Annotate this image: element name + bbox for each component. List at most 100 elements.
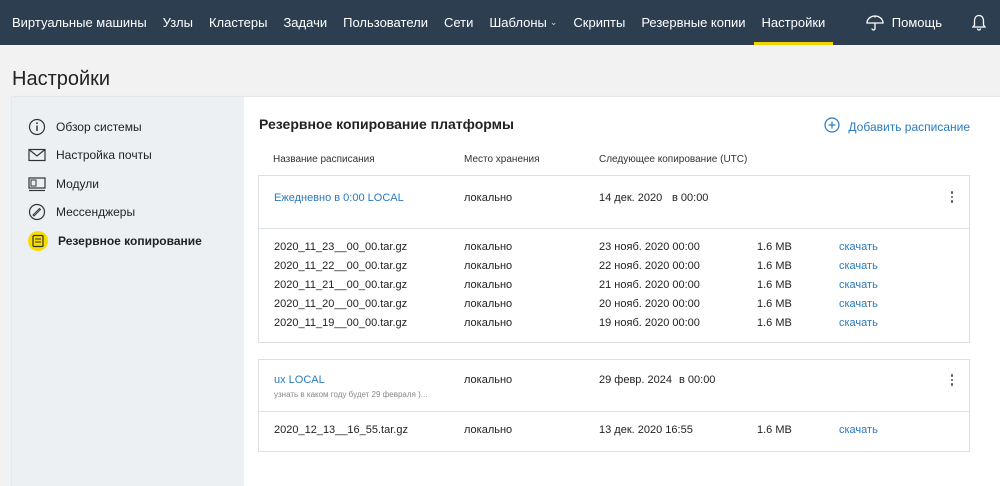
backup-content: Резервное копирование платформы Добавить… [244,97,1000,486]
download-link[interactable]: скачать [839,298,878,310]
mail-icon [28,146,46,164]
backup-file-size: 1.6 MB [757,298,792,310]
nav-item-label: Шаблоны [489,15,547,30]
modules-icon [28,175,46,193]
backup-file-row: 2020_11_21__00_00.tar.gz локально 21 нояб.… [259,277,969,296]
download-link[interactable]: скачать [839,317,878,329]
backup-file-storage: локально [464,260,513,272]
schedule-next-time: в 00:00 [679,374,716,386]
add-schedule-button[interactable]: Добавить расписание [824,117,970,136]
sidebar-item-label: Мессенджеры [56,205,136,219]
backup-file-storage: локально [464,279,513,291]
backup-file-storage: локально [464,424,513,436]
nav-item-label: Виртуальные машины [12,15,147,30]
top-navbar: Виртуальные машины Узлы Кластеры Задачи Поль… [0,0,1000,45]
column-header-next-backup: Следующее копирование (UTC) [599,154,748,165]
notifications-button[interactable] [972,14,986,31]
nav-right: Помощь [866,0,1000,45]
nav-item-label: Резервные копии [641,15,746,30]
backup-file-storage: локально [464,298,513,310]
schedule-header-row: ux LOCAL узнать в каком году будет 29 фе… [259,360,969,412]
schedule-name-link[interactable]: Ежедневно в 0:00 LOCAL [274,192,404,204]
nav-menu: Виртуальные машины Узлы Кластеры Задачи Поль… [0,0,834,45]
column-header-storage: Место хранения [464,154,540,165]
backup-file-name: 2020_11_23__00_00.tar.gz [274,241,408,253]
nav-item-label: Кластеры [208,15,268,30]
nav-item-6[interactable]: Шаблоны ⌄ [481,0,565,45]
sidebar-item-label: Резервное копирование [58,234,202,248]
column-header-name: Название расписания [273,154,375,165]
nav-item-9[interactable]: Настройки [753,0,834,45]
backup-file-name: 2020_12_13__16_55.tar.gz [274,424,408,436]
nav-item-8[interactable]: Резервные копии [633,0,753,45]
backup-file-date: 19 нояб. 2020 00:00 [599,317,700,329]
backup-file-row: 2020_11_20__00_00.tar.gz локально 20 нояб.… [259,296,969,315]
backup-file-list: 2020_11_23__00_00.tar.gz локально 23 нояб.… [259,229,969,342]
download-link[interactable]: скачать [839,260,878,272]
schedule-next-date: 14 дек. 2020 [599,192,663,204]
backup-file-name: 2020_11_21__00_00.tar.gz [274,279,408,291]
backup-file-row: 2020_11_19__00_00.tar.gz локально 19 нояб.… [259,315,969,334]
sidebar-item-mail-settings[interactable]: Настройка почты [28,145,152,165]
backup-file-storage: локально [464,241,513,253]
plus-circle-icon [824,117,841,136]
help-label: Помощь [891,15,942,30]
nav-item-label: Пользователи [343,15,428,30]
sidebar-item-label: Обзор системы [56,120,142,134]
bell-icon [972,14,986,31]
page-title: Настройки [12,68,111,90]
nav-item-2[interactable]: Кластеры [201,0,276,45]
nav-item-5[interactable]: Сети [436,0,481,45]
more-options-icon[interactable] [949,191,955,203]
messenger-icon [28,203,46,221]
backup-file-size: 1.6 MB [757,260,792,272]
sidebar-item-label: Модули [56,177,99,191]
help-button[interactable]: Помощь [866,14,942,31]
sidebar-item-label: Настройка почты [56,148,152,162]
chevron-down-icon: ⌄ [549,17,558,27]
umbrella-icon [866,14,884,31]
backup-file-date: 21 нояб. 2020 00:00 [599,279,700,291]
settings-panel: Обзор системы Настройка почты Модули Мес… [12,97,1000,486]
backup-file-date: 13 дек. 2020 16:55 [599,424,693,436]
add-schedule-label: Добавить расписание [848,119,970,134]
backup-file-row: 2020_11_22__00_00.tar.gz локально 22 нояб.… [259,258,969,277]
download-link[interactable]: скачать [839,424,878,436]
backup-file-date: 20 нояб. 2020 00:00 [599,298,700,310]
schedule-next-time: в 00:00 [672,192,709,204]
schedule-note: узнать в каком году будет 29 февраля )..… [274,390,428,399]
schedule-name-link[interactable]: ux LOCAL [274,374,325,386]
nav-item-label: Скрипты [573,15,626,30]
download-link[interactable]: скачать [839,279,878,291]
download-link[interactable]: скачать [839,241,878,253]
sidebar-item-backup[interactable]: Резервное копирование [28,231,202,251]
schedule-card: Ежедневно в 0:00 LOCAL локально 14 дек. … [258,175,970,343]
nav-item-1[interactable]: Узлы [155,0,201,45]
backup-file-size: 1.6 MB [757,279,792,291]
nav-item-label: Сети [443,15,474,30]
schedule-card: ux LOCAL узнать в каком году будет 29 фе… [258,359,970,452]
sidebar: Обзор системы Настройка почты Модули Мес… [12,97,244,486]
backup-file-name: 2020_11_19__00_00.tar.gz [274,317,408,329]
more-options-icon[interactable] [949,374,955,386]
schedule-header-row: Ежедневно в 0:00 LOCAL локально 14 дек. … [259,176,969,229]
backup-file-storage: локально [464,317,513,329]
backup-file-date: 22 нояб. 2020 00:00 [599,260,700,272]
schedule-storage: локально [464,374,513,386]
nav-item-4[interactable]: Пользователи [335,0,436,45]
schedule-next-date: 29 февр. 2024 [599,374,673,386]
sidebar-item-modules[interactable]: Модули [28,174,99,194]
backup-file-name: 2020_11_22__00_00.tar.gz [274,260,408,272]
sidebar-item-messengers[interactable]: Мессенджеры [28,202,135,222]
sidebar-item-system-overview[interactable]: Обзор системы [28,117,142,137]
info-icon [28,118,46,136]
nav-item-7[interactable]: Скрипты [565,0,633,45]
nav-item-3[interactable]: Задачи [275,0,335,45]
nav-item-label: Узлы [162,15,193,30]
backup-file-list: 2020_12_13__16_55.tar.gz локально 13 дек. … [259,412,969,451]
backup-file-row: 2020_12_13__16_55.tar.gz локально 13 дек. … [259,422,969,441]
backup-file-date: 23 нояб. 2020 00:00 [599,241,700,253]
schedule-storage: локально [464,192,513,204]
section-title: Резервное копирование платформы [259,116,514,132]
nav-item-0[interactable]: Виртуальные машины [4,0,155,45]
